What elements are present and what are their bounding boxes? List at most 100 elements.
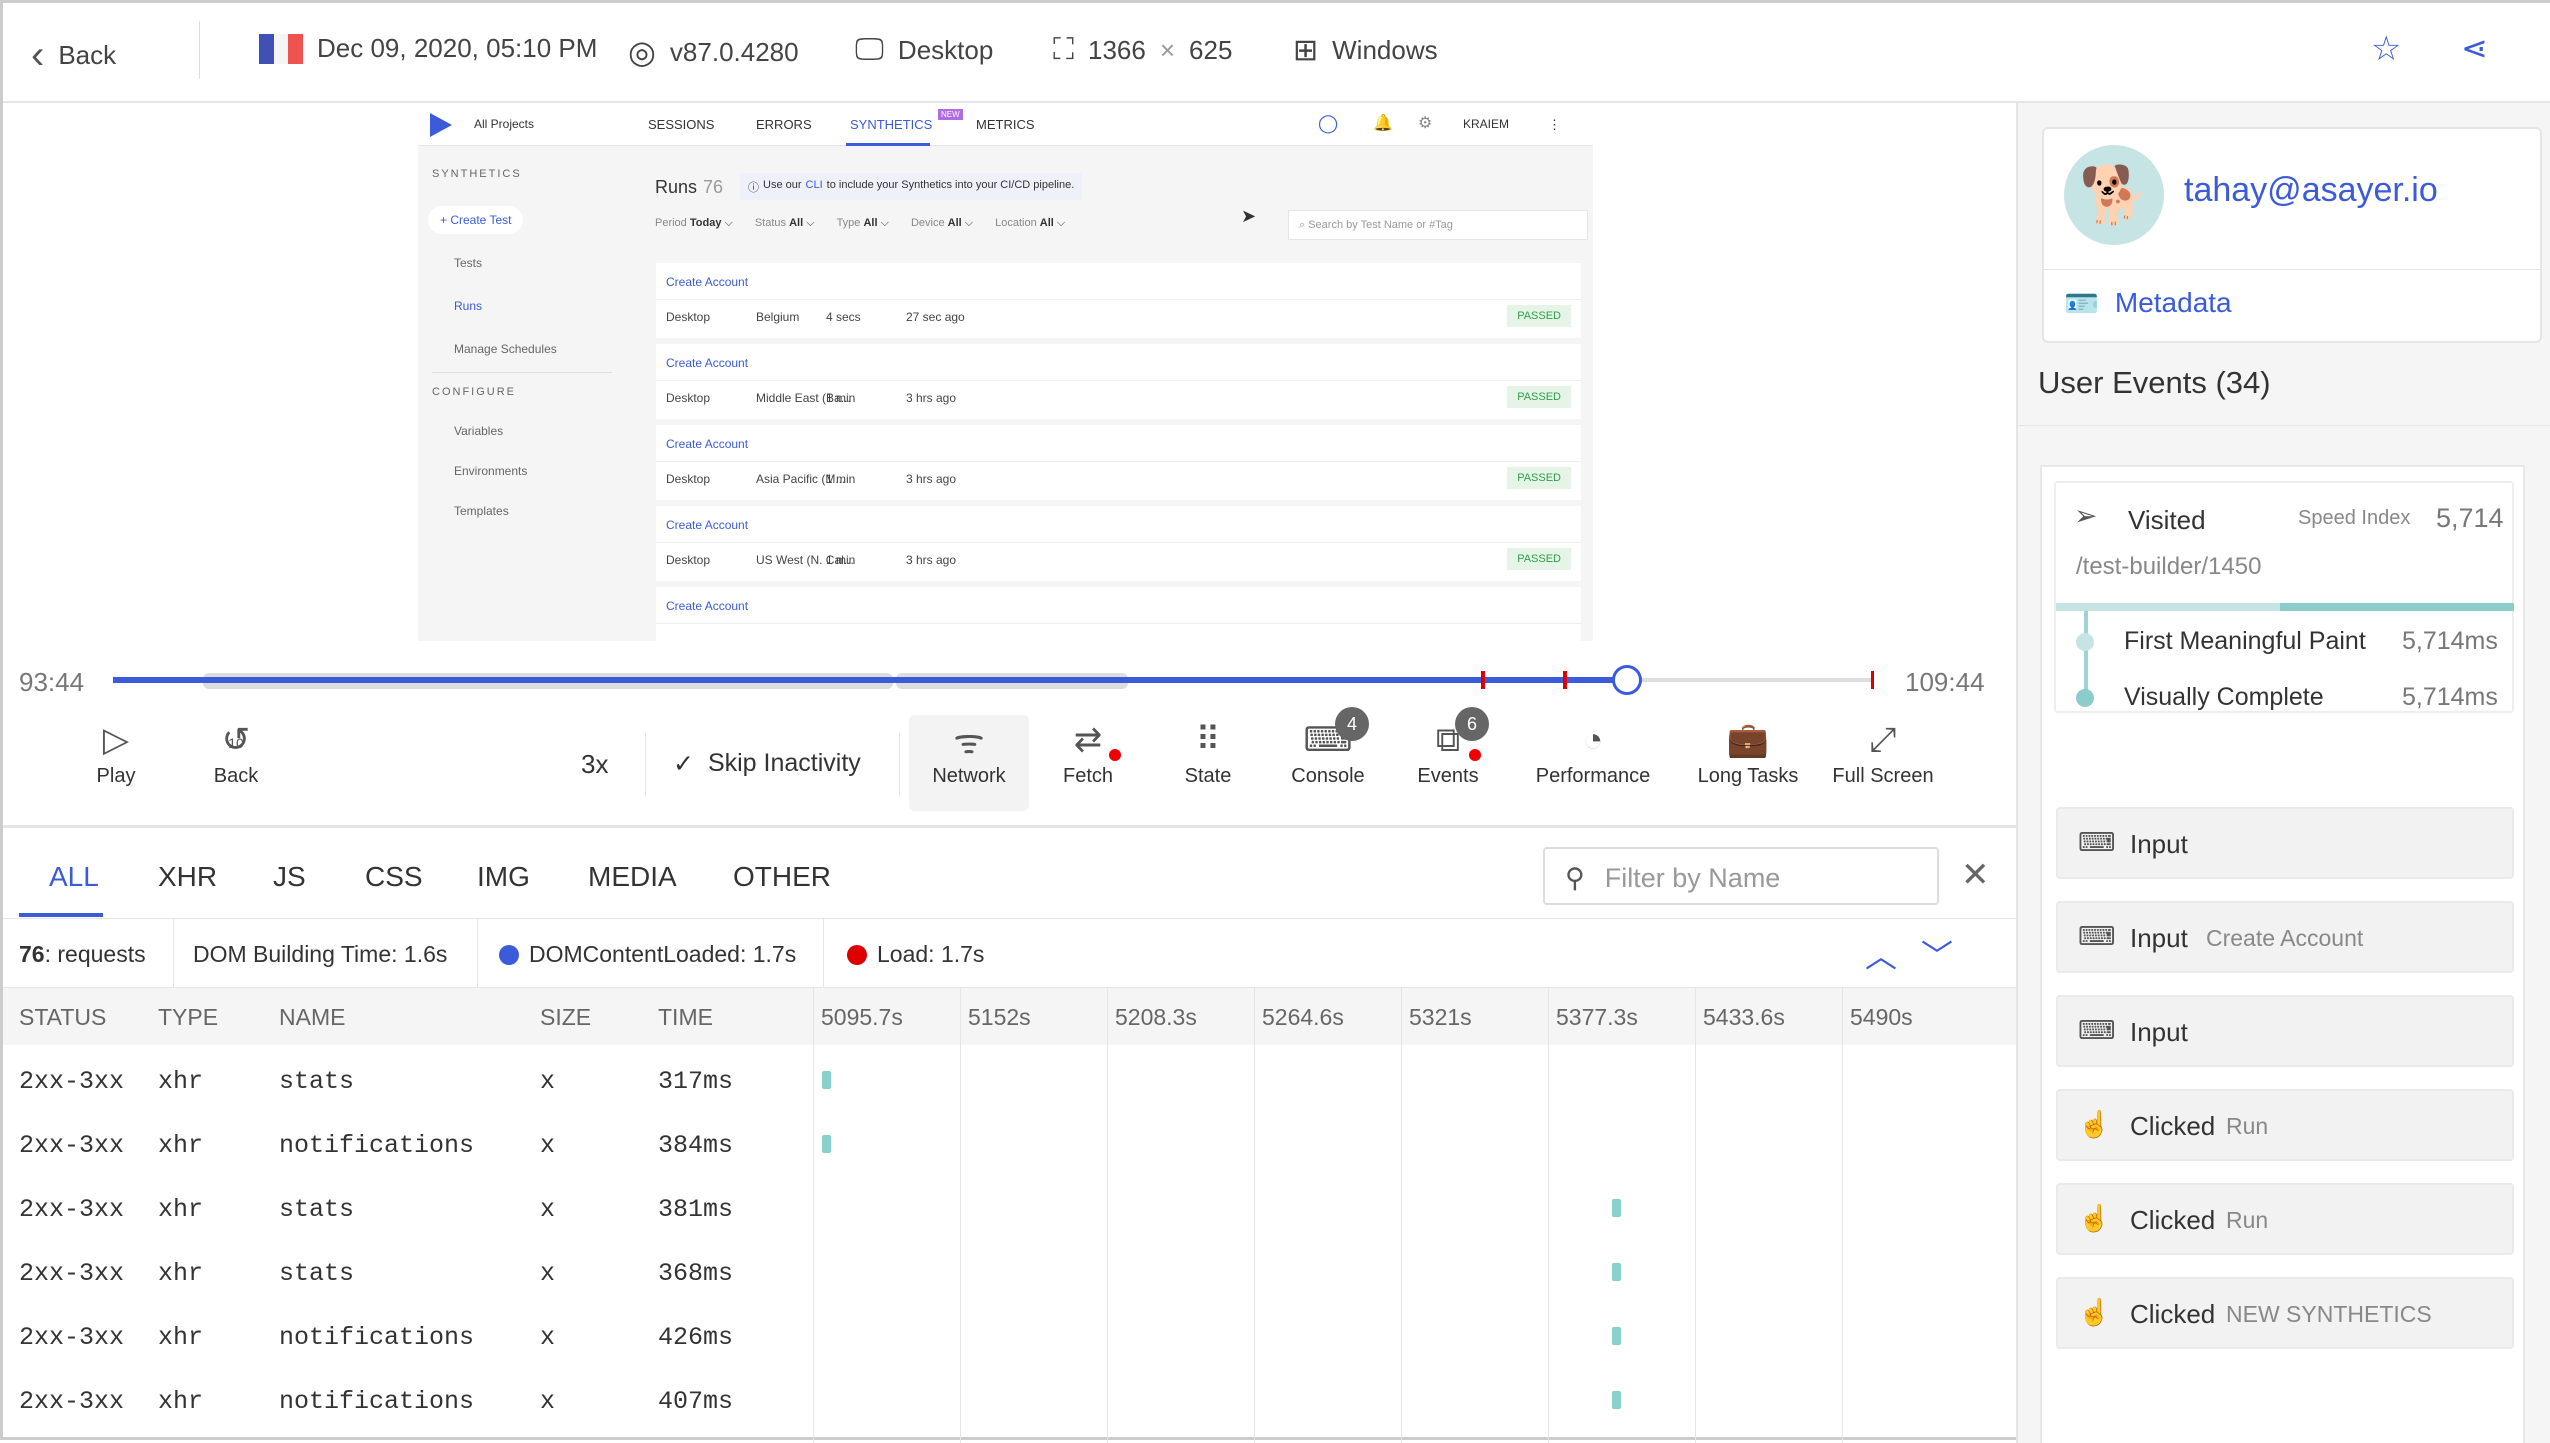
run-card[interactable]: Create Account Desktop Belgium 4 secs 27… [656, 263, 1581, 338]
load-time: Load: 1.7s [847, 941, 984, 968]
run-card[interactable]: Create Account [656, 587, 1581, 641]
event-clicked[interactable]: ☝ Clicked Run [2056, 1089, 2514, 1161]
network-row[interactable]: 2xx-3xx xhr notifications x 407ms [3, 1369, 2016, 1433]
timeline-scrubber-handle[interactable] [1611, 665, 1642, 695]
runs-title: Runs [655, 177, 698, 197]
chevron-down-icon[interactable]: ﹀ [1921, 931, 1953, 977]
tab-all[interactable]: ALL [49, 861, 99, 893]
error-marker[interactable] [1481, 671, 1485, 689]
session-replay-viewport[interactable]: All Projects SESSIONS ERRORS SYNTHETICS … [418, 103, 1593, 641]
skip-inactivity-toggle[interactable]: ✓ Skip Inactivity [673, 749, 861, 779]
gear-icon[interactable]: ⚙ [1418, 113, 1432, 133]
speed-button[interactable]: 3x [581, 749, 608, 780]
create-test-button[interactable]: + Create Test [428, 206, 524, 234]
tab-media[interactable]: MEDIA [588, 861, 677, 893]
error-marker[interactable] [1871, 671, 1874, 689]
event-clicked[interactable]: ☝ Clicked Run [2056, 1183, 2514, 1255]
gauge-icon: ◔ [1582, 720, 1604, 759]
filter-type[interactable]: Type All ⌵ [837, 217, 889, 230]
error-marker[interactable] [1563, 671, 1567, 689]
nav-sessions[interactable]: SESSIONS [648, 117, 714, 132]
long-tasks-tool-button[interactable]: 💼 Long Tasks [1683, 715, 1813, 788]
star-icon[interactable]: ☆ [2371, 29, 2401, 69]
events-tool-button[interactable]: ⧉ 6 Events [1393, 707, 1503, 788]
run-card[interactable]: Create Account Desktop Middle East (Ba..… [656, 344, 1581, 419]
event-input[interactable]: ⌨ Input Create Account [2056, 901, 2514, 973]
play-button[interactable]: ▷ Play [61, 715, 171, 788]
tab-other[interactable]: OTHER [733, 861, 831, 893]
pointer-hand-icon: ☝ [2078, 1297, 2111, 1327]
back-10s-button[interactable]: ↺ 10 Back [181, 715, 291, 788]
side-manage-schedules[interactable]: Manage Schedules [454, 342, 557, 356]
chevron-up-icon[interactable]: ︿ [1865, 931, 1897, 977]
timeline-start-time: 93:44 [19, 667, 85, 697]
run-name-link[interactable]: Create Account [666, 599, 748, 613]
tab-css[interactable]: CSS [365, 861, 423, 893]
user-email[interactable]: tahay@asayer.io [2184, 171, 2438, 210]
tab-xhr[interactable]: XHR [158, 861, 217, 893]
run-card[interactable]: Create Account Desktop Asia Pacific (M..… [656, 425, 1581, 500]
run-name-link[interactable]: Create Account [666, 356, 748, 370]
close-icon[interactable]: ✕ [1961, 855, 1990, 895]
full-screen-tool-button[interactable]: ⤢ Full Screen [1828, 715, 1938, 788]
network-row[interactable]: 2xx-3xx xhr notifications x 426ms [3, 1305, 2016, 1369]
network-row[interactable]: 2xx-3xx xhr stats x 381ms [3, 1177, 2016, 1241]
active-tab-indicator [19, 913, 103, 917]
side-templates[interactable]: Templates [454, 504, 509, 518]
time-tick-label: 5208.3s [1115, 1004, 1197, 1030]
filter-location[interactable]: Location All ⌵ [995, 217, 1065, 230]
network-row[interactable]: 2xx-3xx xhr notifications x 384ms [3, 1113, 2016, 1177]
console-tool-button[interactable]: ⌨ 4 Console [1273, 707, 1383, 788]
project-select[interactable]: All Projects [474, 117, 534, 131]
network-row[interactable]: 2xx-3xx xhr stats x 317ms [3, 1049, 2016, 1113]
nav-errors[interactable]: ERRORS [756, 117, 812, 132]
user-menu[interactable]: KRAIEM [1463, 117, 1509, 131]
fmp-dot-icon [2076, 633, 2094, 651]
back-button[interactable]: ‹ Back [31, 33, 116, 78]
nav-metrics[interactable]: METRICS [976, 117, 1035, 132]
event-input[interactable]: ⌨ Input [2056, 807, 2514, 879]
run-card[interactable]: Create Account Desktop US West (N. Cal..… [656, 506, 1581, 581]
run-details: Desktop US West (N. Cal... 1 min 3 hrs a… [656, 542, 1581, 574]
tab-img[interactable]: IMG [477, 861, 530, 893]
tab-js[interactable]: JS [273, 861, 306, 893]
load-dot-icon [847, 944, 867, 965]
error-dot-icon [1469, 749, 1481, 761]
fetch-tool-button[interactable]: ⇄ Fetch [1033, 715, 1143, 788]
divider [199, 21, 200, 79]
run-name-link[interactable]: Create Account [666, 437, 748, 451]
bell-icon[interactable]: 🔔 [1373, 113, 1393, 133]
performance-tool-button[interactable]: ◔ Performance [1528, 715, 1658, 788]
filter-by-name-input[interactable]: ⚲ Filter by Name [1543, 847, 1939, 905]
filter-period[interactable]: Period Today ⌵ [655, 217, 733, 230]
count-badge: 6 [1455, 707, 1489, 741]
time-tick-label: 5321s [1409, 1004, 1472, 1030]
network-row[interactable]: 2xx-3xx xhr stats x 368ms [3, 1241, 2016, 1305]
cli-link[interactable]: CLI [806, 179, 823, 194]
visited-event[interactable]: ➢ Visited Speed Index 5,714 /test-builde… [2054, 481, 2514, 713]
error-dot-icon [1109, 749, 1121, 761]
run-name-link[interactable]: Create Account [666, 518, 748, 532]
share-icon[interactable]: ⋖ [2461, 29, 2488, 67]
network-tool-button[interactable]: ᯤ Network [914, 715, 1024, 788]
check-icon: ✓ [673, 750, 694, 778]
status-badge: PASSED [1507, 305, 1571, 327]
time-tick-label: 5377.3s [1556, 1004, 1638, 1030]
event-input[interactable]: ⌨ Input [2056, 995, 2514, 1067]
filter-device[interactable]: Device All ⌵ [911, 217, 973, 230]
run-search-input[interactable]: ⌕ Search by Test Name or #Tag [1288, 210, 1588, 240]
side-environments[interactable]: Environments [454, 464, 527, 478]
side-variables[interactable]: Variables [454, 424, 503, 438]
state-tool-button[interactable]: ⠿ State [1153, 715, 1263, 788]
side-tests[interactable]: Tests [454, 256, 482, 270]
request-timing-bar [1612, 1263, 1622, 1281]
run-name-link[interactable]: Create Account [666, 275, 748, 289]
event-clicked[interactable]: ☝ Clicked NEW SYNTHETICS [2056, 1277, 2514, 1349]
nav-synthetics[interactable]: SYNTHETICS [850, 117, 932, 132]
side-runs[interactable]: Runs [454, 299, 482, 313]
filter-status[interactable]: Status All ⌵ [755, 217, 815, 230]
run-details: Desktop Asia Pacific (M... 1 min 3 hrs a… [656, 461, 1581, 493]
more-icon[interactable]: ⋮ [1548, 117, 1561, 133]
status-badge: PASSED [1507, 548, 1571, 570]
metadata-button[interactable]: 🪪 Metadata [2064, 287, 2232, 320]
